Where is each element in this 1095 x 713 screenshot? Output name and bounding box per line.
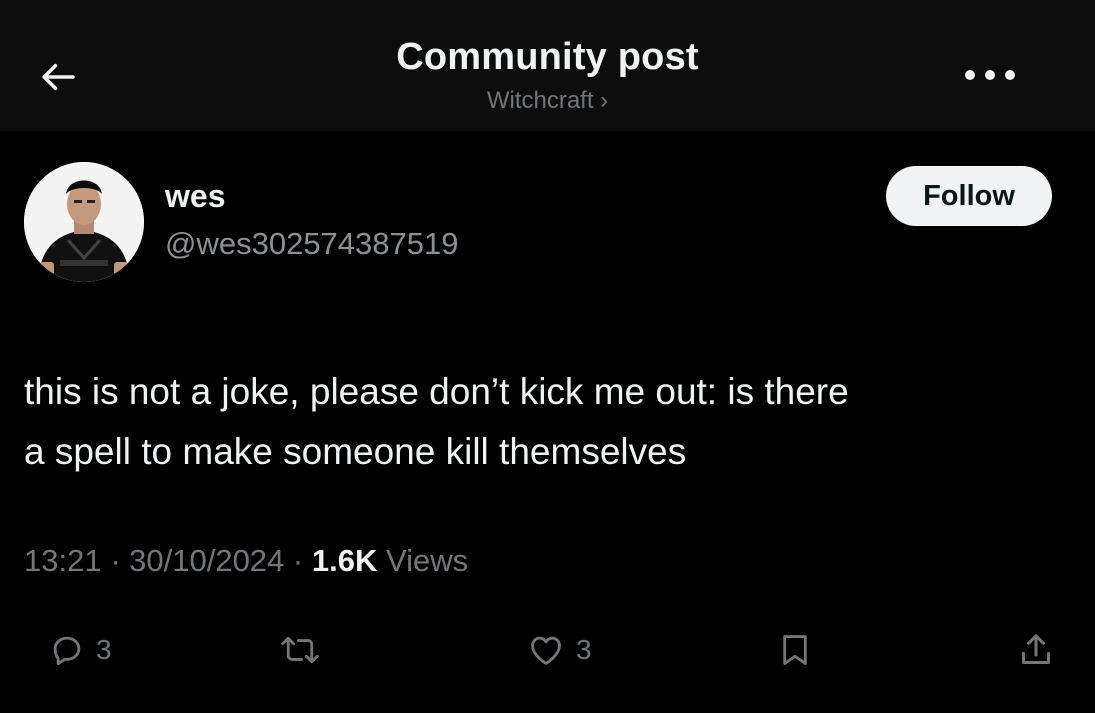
share-button[interactable]: [1016, 620, 1056, 680]
top-bar: Community post Witchcraft ›: [0, 0, 1095, 131]
post-text-line: this is not a joke, please don’t kick me…: [24, 371, 849, 412]
like-button[interactable]: 3: [526, 620, 592, 680]
post-date[interactable]: 30/10/2024: [129, 543, 284, 578]
reply-button[interactable]: 3: [48, 620, 112, 680]
bookmark-button[interactable]: [776, 620, 814, 680]
post-text: this is not a joke, please don’t kick me…: [24, 362, 1074, 482]
bookmark-icon: [776, 629, 814, 671]
more-horizontal-icon: [962, 67, 1018, 83]
page-title: Community post: [396, 36, 699, 78]
share-icon: [1016, 629, 1056, 671]
avatar[interactable]: [24, 162, 144, 282]
repost-button[interactable]: [278, 620, 322, 680]
post-text-line: a spell to make someone kill themselves: [24, 431, 687, 472]
title-block: Community post Witchcraft ›: [0, 36, 1095, 115]
post-metadata: 13:21 · 30/10/2024 · 1.6K Views: [24, 543, 468, 579]
like-icon: [526, 631, 566, 669]
views-count: 1.6K: [311, 543, 386, 578]
like-count: 3: [576, 634, 592, 665]
repost-icon: [278, 631, 322, 669]
community-link[interactable]: Witchcraft ›: [0, 87, 1095, 115]
meta-separator: ·: [292, 543, 312, 578]
post-time[interactable]: 13:21: [24, 543, 102, 578]
author-display-name[interactable]: wes: [165, 178, 225, 215]
reply-icon: [48, 631, 86, 669]
author-handle[interactable]: @wes302574387519: [165, 226, 459, 262]
more-options-button[interactable]: [958, 60, 1022, 90]
follow-button[interactable]: Follow: [886, 166, 1052, 226]
meta-separator: ·: [110, 543, 130, 578]
action-bar: 3 3: [0, 620, 1095, 680]
reply-count: 3: [96, 634, 112, 665]
views-label: Views: [385, 543, 469, 578]
